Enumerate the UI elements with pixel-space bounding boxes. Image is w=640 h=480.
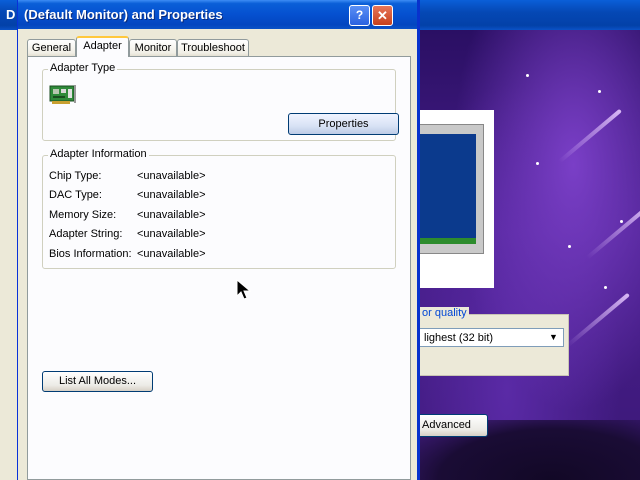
memory-size-label: Memory Size: bbox=[49, 209, 117, 221]
adapter-properties-button[interactable]: Properties bbox=[288, 113, 399, 135]
adapter-properties-dialog: (Default Monitor) and Properties ? ✕ Gen… bbox=[17, 0, 420, 480]
chevron-down-icon[interactable]: ▼ bbox=[547, 331, 560, 344]
advanced-button[interactable]: Advanced bbox=[418, 414, 488, 437]
color-quality-value: lighest (32 bit) bbox=[424, 332, 494, 344]
dac-type-label: DAC Type: bbox=[49, 189, 102, 201]
wallpaper-star bbox=[604, 286, 607, 289]
monitor-preview-screen bbox=[420, 134, 476, 242]
close-icon: ✕ bbox=[377, 8, 388, 23]
adapter-information-label: Adapter Information bbox=[48, 148, 149, 160]
adapter-type-group: Adapter Type Properties bbox=[42, 62, 399, 141]
tab-troubleshoot[interactable]: Troubleshoot bbox=[177, 39, 249, 56]
wallpaper-star bbox=[526, 74, 529, 77]
monitor-preview-taskbar bbox=[420, 238, 476, 244]
wallpaper-comet bbox=[586, 204, 640, 260]
help-icon: ? bbox=[355, 8, 364, 22]
adapter-tab-page: Adapter Type Properties Adapter Informat… bbox=[27, 56, 411, 480]
adapter-information-group: Adapter Information Chip Type: <unavaila… bbox=[42, 148, 396, 269]
color-quality-label: or quality bbox=[420, 307, 469, 319]
dac-type-value: <unavailable> bbox=[137, 189, 206, 201]
display-properties-title: D bbox=[6, 7, 16, 22]
chip-type-label: Chip Type: bbox=[49, 170, 102, 182]
bios-information-label: Bios Information: bbox=[49, 248, 132, 260]
bios-information-value: <unavailable> bbox=[137, 248, 206, 260]
list-all-modes-button[interactable]: List All Modes... bbox=[42, 371, 153, 392]
dialog-title-bar[interactable]: (Default Monitor) and Properties ? ✕ bbox=[18, 0, 417, 29]
adapter-string-value: <unavailable> bbox=[137, 228, 206, 240]
chip-type-value: <unavailable> bbox=[137, 170, 206, 182]
wallpaper-star bbox=[536, 162, 539, 165]
dialog-title: (Default Monitor) and Properties bbox=[24, 7, 223, 22]
video-card-icon bbox=[49, 85, 76, 104]
mouse-pointer-icon bbox=[236, 279, 252, 300]
color-quality-select[interactable]: lighest (32 bit) ▼ bbox=[418, 328, 564, 347]
help-button[interactable]: ? bbox=[349, 5, 370, 26]
wallpaper-star bbox=[620, 220, 623, 223]
adapter-type-label: Adapter Type bbox=[48, 62, 118, 74]
tab-adapter[interactable]: Adapter bbox=[76, 36, 129, 57]
tab-general[interactable]: General bbox=[27, 39, 76, 56]
wallpaper-star bbox=[598, 90, 601, 93]
wallpaper-star bbox=[568, 245, 571, 248]
wallpaper-comet bbox=[566, 292, 630, 348]
adapter-string-label: Adapter String: bbox=[49, 228, 123, 240]
wallpaper-comet bbox=[558, 108, 622, 164]
tab-monitor[interactable]: Monitor bbox=[129, 39, 177, 56]
memory-size-value: <unavailable> bbox=[137, 209, 206, 221]
close-button[interactable]: ✕ bbox=[372, 5, 393, 26]
